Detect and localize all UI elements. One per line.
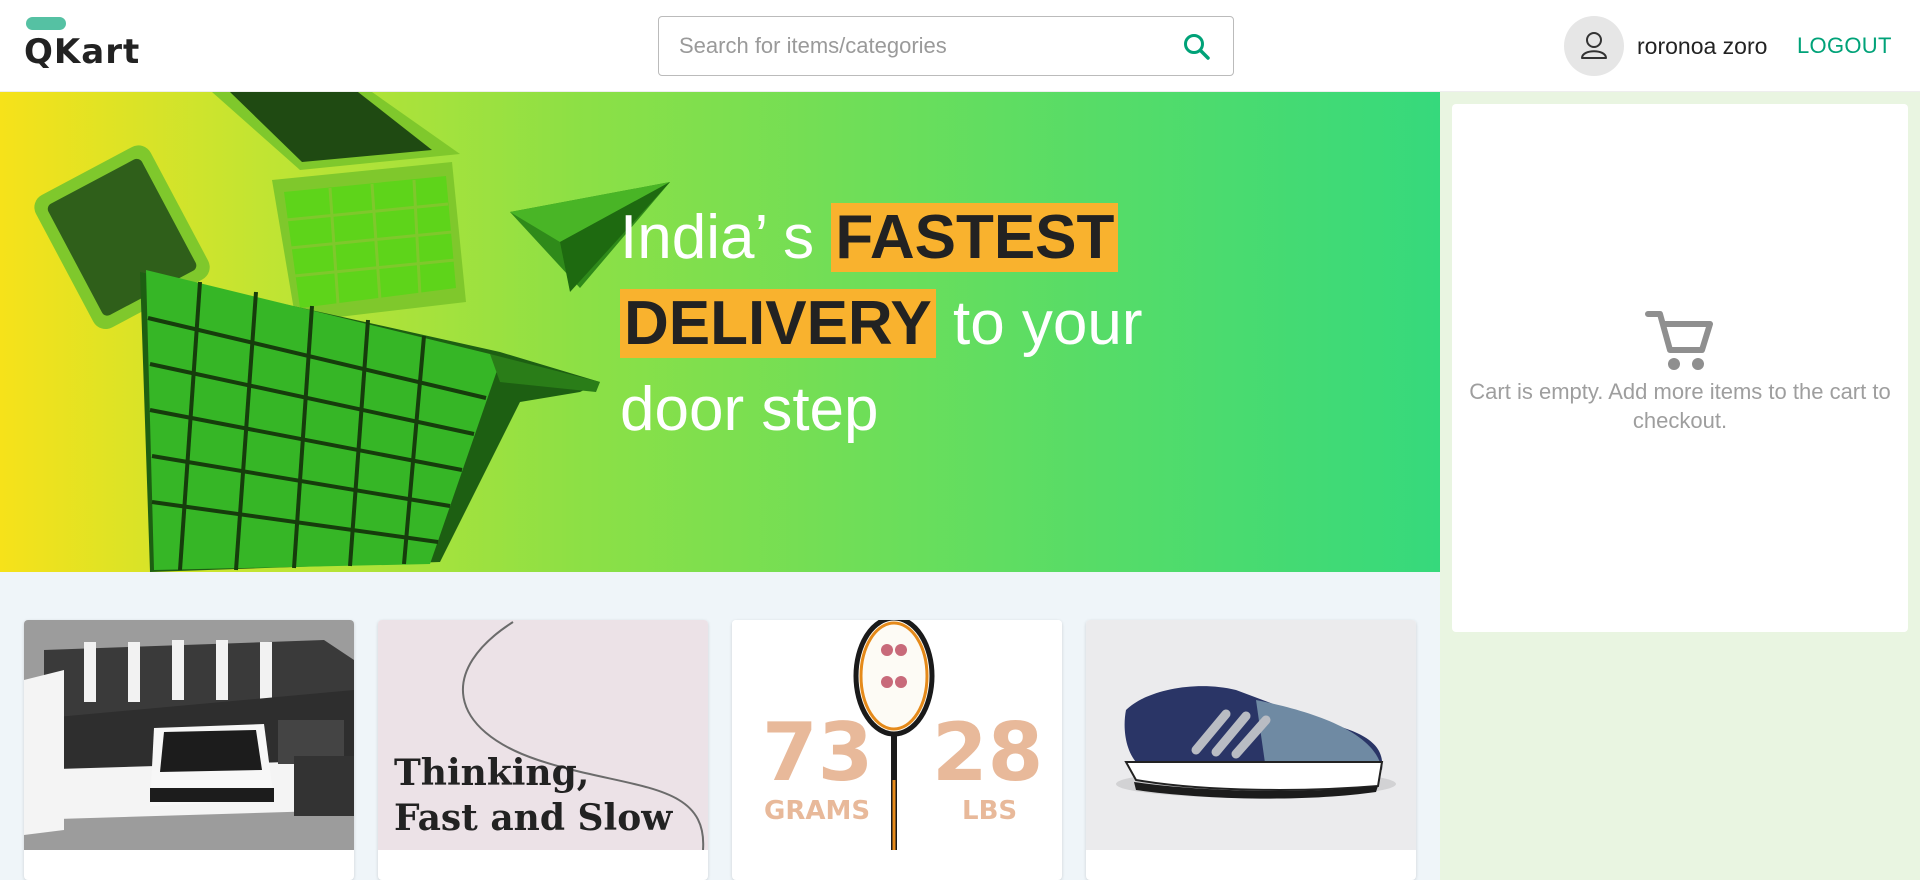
- hero-text-a: India’ s: [620, 203, 832, 272]
- shoe-image: [1086, 620, 1416, 850]
- search-icon[interactable]: [1181, 31, 1213, 63]
- app-header: QKart roronoa zoro LOGOUT: [0, 0, 1920, 92]
- product-card[interactable]: 73 GRAMS 28 LBS: [732, 620, 1062, 880]
- search-box: [658, 16, 1234, 76]
- hero-text-c: door step: [620, 375, 879, 444]
- product-card[interactable]: [1086, 620, 1416, 880]
- product-card[interactable]: [24, 620, 354, 880]
- qkart-logo[interactable]: QKart: [24, 16, 144, 74]
- user-avatar[interactable]: [1564, 16, 1624, 76]
- tension-unit: LBS: [962, 796, 1017, 826]
- cart-empty-message: Cart is empty. Add more items to the car…: [1469, 379, 1891, 433]
- hero-banner: India’ s FASTEST DELIVERY to your door s…: [0, 92, 1440, 572]
- hero-text-b: to your: [935, 289, 1143, 358]
- book-cover-image: Thinking, Fast and Slow: [378, 620, 708, 850]
- hero-highlight-fastest: FASTEST: [831, 203, 1119, 272]
- book-title-line-2: Fast and Slow: [394, 797, 673, 839]
- product-card[interactable]: Thinking, Fast and Slow: [378, 620, 708, 880]
- book-title-line-1: Thinking,: [394, 752, 589, 794]
- logout-button[interactable]: LOGOUT: [1797, 33, 1892, 59]
- sofa-image: [24, 620, 354, 850]
- search-input[interactable]: [661, 19, 1151, 73]
- username: roronoa zoro: [1637, 33, 1768, 59]
- weight-unit: GRAMS: [764, 796, 870, 826]
- user-icon: [1581, 32, 1607, 59]
- logo-text: QKart: [24, 32, 141, 72]
- hero-highlight-delivery: DELIVERY: [620, 289, 936, 358]
- weight-value: 73: [762, 706, 873, 799]
- hero-headline: India’ s FASTEST DELIVERY to your door s…: [620, 195, 1340, 453]
- cart-icon: [1644, 304, 1716, 376]
- tension-value: 28: [932, 706, 1043, 799]
- racket-image: 73 GRAMS 28 LBS: [732, 620, 1062, 850]
- logo-mark: [26, 17, 66, 30]
